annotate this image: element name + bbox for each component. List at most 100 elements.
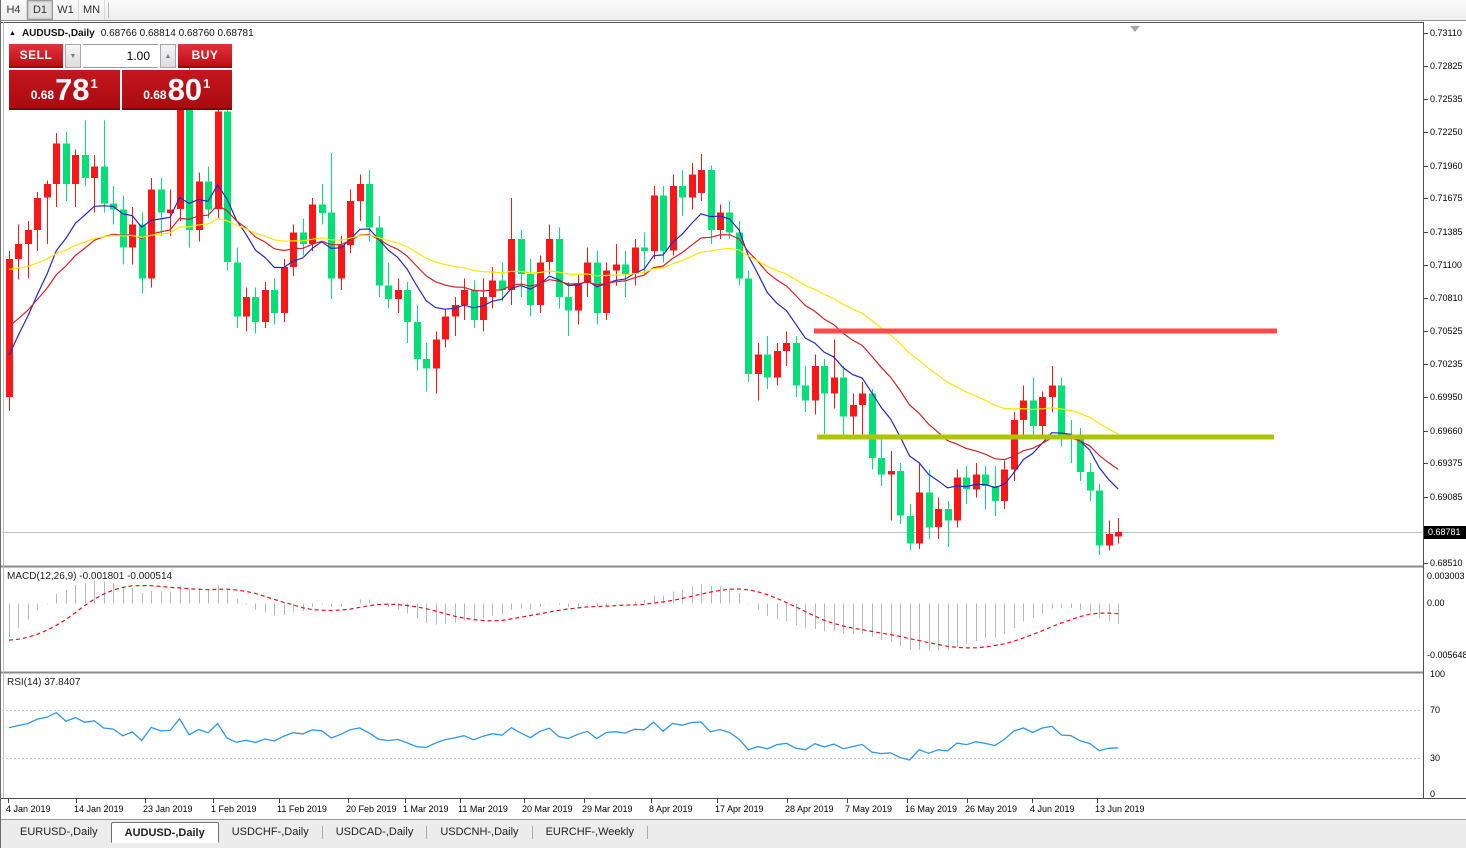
time-axis-label: 13 Jun 2019 <box>1095 804 1145 814</box>
price-axis-label: 0.69085 <box>1430 492 1463 502</box>
timeframe-button-h4[interactable]: H4 <box>1 0 27 20</box>
price-axis-label: 0.71960 <box>1430 161 1463 171</box>
price-axis-tick <box>1424 364 1428 365</box>
price-axis-label: 0.70235 <box>1430 359 1463 369</box>
rsi-indicator-label: RSI(14) 37.8407 <box>7 677 80 688</box>
time-axis-label: 8 Apr 2019 <box>649 804 693 814</box>
price-axis-tick <box>1424 33 1428 34</box>
chart-symbol-label: AUDUSD-,Daily <box>22 28 95 39</box>
price-axis-tick <box>1424 397 1428 398</box>
sell-button[interactable]: SELL <box>9 44 63 68</box>
buy-price-big: 80 <box>168 75 202 105</box>
buy-button[interactable]: BUY <box>178 44 232 68</box>
price-axis-tick <box>1424 497 1428 498</box>
time-axis-label: 28 Apr 2019 <box>785 804 834 814</box>
time-axis-tick <box>348 799 349 803</box>
time-axis-tick <box>405 799 406 803</box>
chart-shift-marker-icon[interactable] <box>1130 26 1140 32</box>
time-axis-label: 7 May 2019 <box>845 804 892 814</box>
chart-symbol-header: ▲ AUDUSD-,Daily 0.68766 0.68814 0.68760 … <box>9 28 254 39</box>
sell-price-button[interactable]: 0.68781 <box>9 70 120 110</box>
time-axis-tick <box>847 799 848 803</box>
timeframe-button-d1[interactable]: D1 <box>27 0 53 20</box>
time-axis-label: 1 Feb 2019 <box>211 804 257 814</box>
price-axis-tick <box>1424 232 1428 233</box>
price-axis-tick <box>1424 431 1428 432</box>
timeframe-toolbar: H4D1W1MN <box>1 0 1466 21</box>
tab-separator <box>647 826 648 839</box>
time-axis-tick <box>145 799 146 803</box>
time-axis-label: 1 Mar 2019 <box>403 804 449 814</box>
chart-ohlc-values: 0.68766 0.68814 0.68760 0.68781 <box>101 28 254 39</box>
rsi-axis-label: 30 <box>1430 753 1440 763</box>
time-axis-tick <box>460 799 461 803</box>
time-axis-label: 23 Jan 2019 <box>143 804 193 814</box>
time-axis-label: 17 Apr 2019 <box>715 804 764 814</box>
price-axis-label: 0.71385 <box>1430 227 1463 237</box>
buy-price-base: 0.68 <box>143 88 166 102</box>
time-axis-tick <box>651 799 652 803</box>
time-axis-label: 20 Mar 2019 <box>522 804 573 814</box>
price-axis-label: 0.71675 <box>1430 193 1463 203</box>
volume-increase-button[interactable]: ▲ <box>160 44 176 68</box>
tab-eurusd-daily[interactable]: EURUSD-,Daily <box>7 822 111 843</box>
tab-usdchf-daily[interactable]: USDCHF-,Daily <box>219 822 322 843</box>
price-axis-label: 0.72535 <box>1430 94 1463 104</box>
price-axis-label: 0.72825 <box>1430 61 1463 71</box>
time-axis-label: 11 Mar 2019 <box>458 804 508 814</box>
collapse-panel-icon[interactable]: ▲ <box>9 30 16 37</box>
time-axis[interactable]: 4 Jan 2019 14 Jan 2019 23 Jan 2019 1 Feb 20… <box>1 798 1466 819</box>
price-axis-tick <box>1424 298 1428 299</box>
price-axis-label: 0.69950 <box>1430 392 1463 402</box>
time-axis-label: 14 Jan 2019 <box>74 804 124 814</box>
price-axis-tick <box>1424 166 1428 167</box>
macd-indicator-label: MACD(12,26,9) -0.001801 -0.000514 <box>7 571 172 582</box>
price-axis-label: 0.70525 <box>1430 326 1463 336</box>
volume-decrease-button[interactable]: ▼ <box>65 44 81 68</box>
time-axis-tick <box>1097 799 1098 803</box>
price-axis-tick <box>1424 331 1428 332</box>
sell-price-big: 78 <box>55 75 89 105</box>
volume-input[interactable] <box>83 44 158 68</box>
price-axis-tick <box>1424 463 1428 464</box>
current-price-badge: 0.68781 <box>1424 526 1466 539</box>
timeframe-button-w1[interactable]: W1 <box>53 0 79 20</box>
price-axis-label: 0.71100 <box>1430 260 1462 270</box>
time-axis-label: 4 Jun 2019 <box>1030 804 1075 814</box>
tab-eurchf-weekly[interactable]: EURCHF-,Weekly <box>533 822 647 843</box>
time-axis-tick <box>8 799 9 803</box>
timeframe-button-mn[interactable]: MN <box>79 0 105 20</box>
price-axis-label: 0.72250 <box>1430 127 1463 137</box>
one-click-trading-panel: SELL ▼ ▲ BUY 0.68781 0.68801 <box>9 44 232 110</box>
candlestick-chart-canvas[interactable] <box>1 0 1466 848</box>
price-axis-label: 0.73110 <box>1430 28 1462 38</box>
macd-axis-label: 0.00 <box>1427 598 1445 608</box>
time-axis-tick <box>213 799 214 803</box>
price-axis-label: 0.68510 <box>1430 558 1463 568</box>
sell-price-base: 0.68 <box>31 88 54 102</box>
time-axis-label: 4 Jan 2019 <box>6 804 51 814</box>
sell-price-pip: 1 <box>91 76 98 91</box>
price-axis-tick <box>1424 99 1428 100</box>
mt4-terminal-window: H4D1W1MN ▲ AUDUSD-,Daily 0.68766 0.68814… <box>0 0 1466 848</box>
price-axis-tick <box>1424 265 1428 266</box>
time-axis-label: 11 Feb 2019 <box>277 804 327 814</box>
time-axis-tick <box>787 799 788 803</box>
price-axis-label: 0.70810 <box>1430 293 1463 303</box>
chart-tab-bar: EURUSD-,DailyAUDUSD-,DailyUSDCHF-,DailyU… <box>1 819 1466 848</box>
time-axis-tick <box>279 799 280 803</box>
time-axis-tick <box>907 799 908 803</box>
time-axis-label: 29 Mar 2019 <box>582 804 633 814</box>
price-axis-label: 0.69660 <box>1430 426 1463 436</box>
tab-audusd-daily[interactable]: AUDUSD-,Daily <box>111 822 219 843</box>
price-axis[interactable]: 0.73110 0.72825 0.72535 0.72250 0.71960 0.716… <box>1423 22 1466 798</box>
toolbar-separator <box>108 2 109 18</box>
time-axis-tick <box>524 799 525 803</box>
tab-usdcnh-daily[interactable]: USDCNH-,Daily <box>427 822 531 843</box>
tab-usdcad-daily[interactable]: USDCAD-,Daily <box>323 822 427 843</box>
time-axis-label: 20 Feb 2019 <box>346 804 397 814</box>
time-axis-tick <box>76 799 77 803</box>
price-axis-label: 0.69375 <box>1430 458 1463 468</box>
rsi-axis-label: 100 <box>1430 669 1445 679</box>
buy-price-button[interactable]: 0.68801 <box>122 70 233 110</box>
